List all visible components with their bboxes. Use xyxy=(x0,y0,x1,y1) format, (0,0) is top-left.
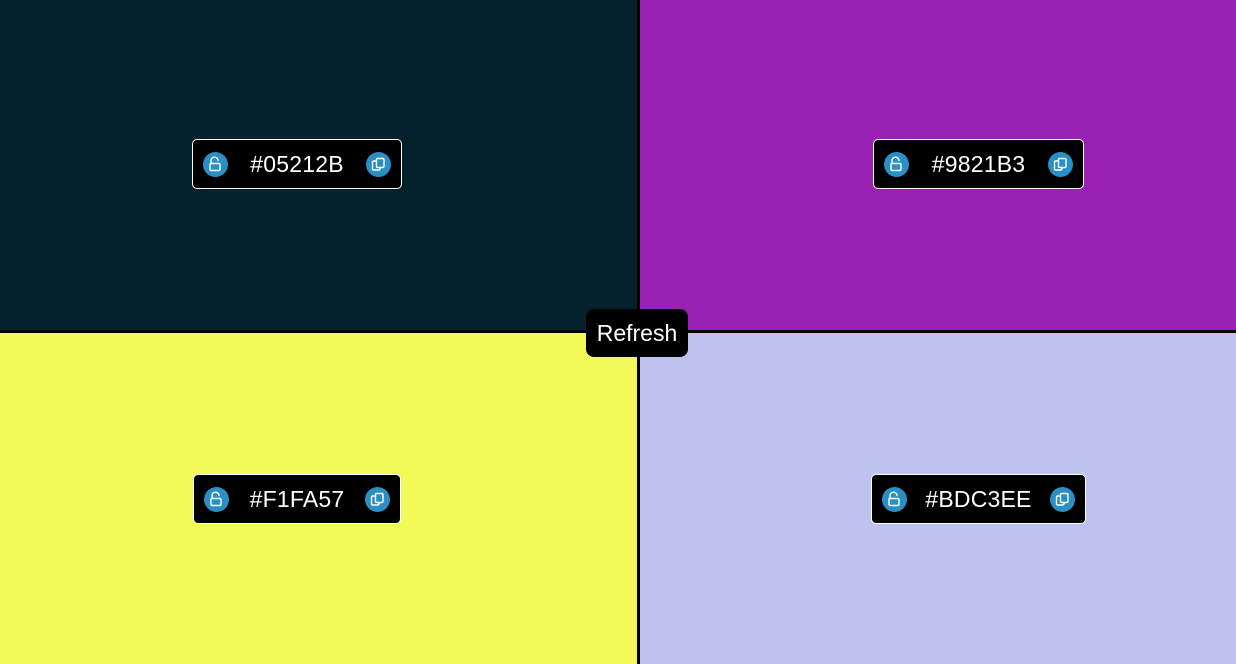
unlock-icon[interactable] xyxy=(884,151,909,177)
unlock-icon[interactable] xyxy=(204,486,229,512)
color-panel-2: #9821B3 xyxy=(640,0,1236,330)
color-card-2: #9821B3 xyxy=(873,139,1084,189)
hex-code-3: #F1FA57 xyxy=(249,485,345,512)
color-card-4: #BDC3EE xyxy=(871,474,1086,524)
color-panel-1: #05212B xyxy=(0,0,637,330)
hex-code-1: #05212B xyxy=(250,150,344,177)
copy-icon[interactable] xyxy=(366,151,391,177)
color-card-3: #F1FA57 xyxy=(193,474,401,524)
hex-code-4: #BDC3EE xyxy=(925,485,1032,512)
unlock-icon[interactable] xyxy=(203,151,228,177)
copy-icon[interactable] xyxy=(1048,151,1073,177)
hex-code-2: #9821B3 xyxy=(931,150,1026,177)
refresh-button[interactable]: Refresh xyxy=(586,309,688,357)
unlock-icon[interactable] xyxy=(882,486,907,512)
color-panel-4: #BDC3EE xyxy=(640,333,1236,664)
color-panel-3: #F1FA57 xyxy=(0,333,637,664)
copy-icon[interactable] xyxy=(365,486,390,512)
color-card-1: #05212B xyxy=(192,139,402,189)
copy-icon[interactable] xyxy=(1050,486,1075,512)
